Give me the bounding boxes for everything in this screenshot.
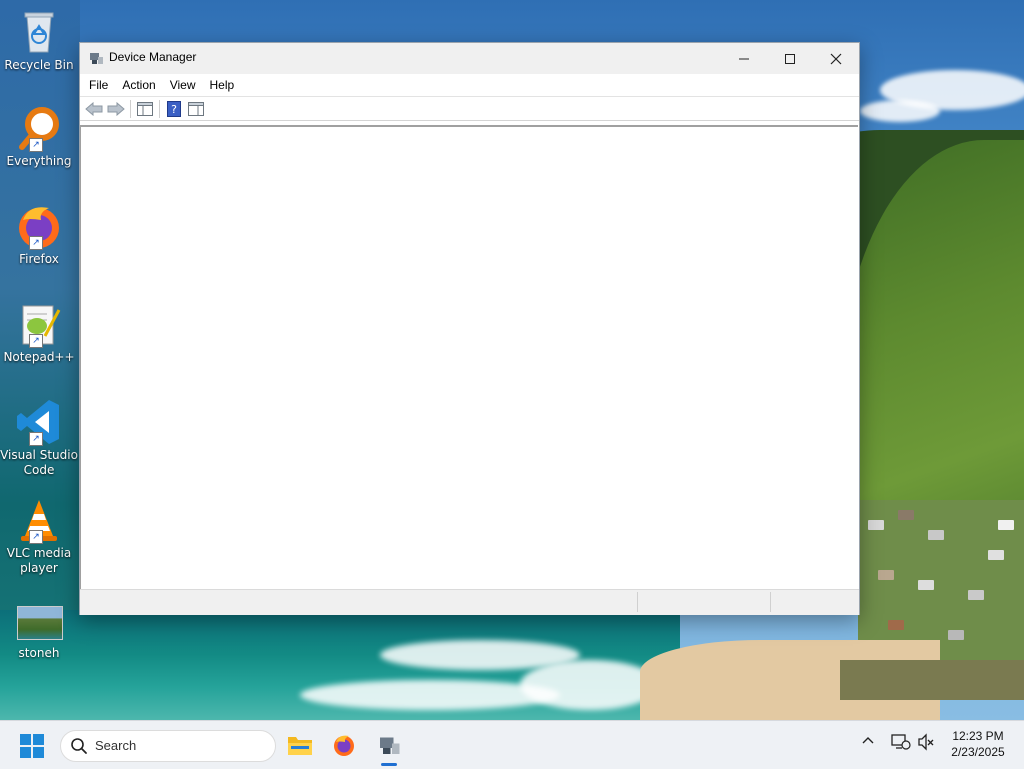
shortcut-arrow-icon: ↗ xyxy=(29,334,43,348)
shortcut-arrow-icon: ↗ xyxy=(29,236,43,250)
menu-action[interactable]: Action xyxy=(115,74,162,96)
menu-file[interactable]: File xyxy=(82,74,115,96)
clock-date: 2/23/2025 xyxy=(951,745,1005,759)
show-hide-console-tree-button[interactable] xyxy=(134,99,156,119)
desktop-icon-everything[interactable]: ↗ Everything xyxy=(0,104,78,169)
action-pane-icon xyxy=(188,101,204,116)
desktop-icon-label: Recycle Bin xyxy=(4,58,74,72)
folder-icon xyxy=(288,737,312,755)
toolbar-separator xyxy=(130,99,131,118)
menu-help[interactable]: Help xyxy=(203,74,242,96)
shortcut-arrow-icon: ↗ xyxy=(29,138,43,152)
speaker-muted-icon xyxy=(918,733,934,751)
desktop-icon-stoneh[interactable]: stoneh xyxy=(0,600,78,661)
clock-time: 12:23 PM xyxy=(952,729,1004,743)
maximize-button[interactable] xyxy=(767,43,813,74)
desktop-icon-label: Everything xyxy=(6,154,72,168)
desktop-icon-label: Firefox xyxy=(19,252,59,266)
show-hidden-icons-button[interactable] xyxy=(860,733,876,753)
search-icon xyxy=(71,738,87,754)
system-clock[interactable]: 12:23 PM 2/23/2025 xyxy=(940,728,1016,760)
image-thumbnail-icon xyxy=(17,606,63,640)
desktop-icon-vscode[interactable]: ↗ Visual Studio Code xyxy=(0,398,78,478)
toolbar-separator xyxy=(159,99,160,118)
desktop-icon-recycle-bin[interactable]: Recycle Bin xyxy=(0,8,78,73)
taskbar: Search 12:23 PM 2/23/2025 xyxy=(0,720,1024,769)
show-hide-action-pane-button[interactable] xyxy=(185,99,207,119)
minimize-icon xyxy=(739,58,749,59)
forward-button[interactable] xyxy=(105,99,127,119)
firefox-icon xyxy=(334,735,354,756)
menu-bar: File Action View Help xyxy=(80,74,859,97)
device-manager-icon xyxy=(380,737,400,754)
status-pane xyxy=(637,592,771,612)
taskbar-file-explorer[interactable] xyxy=(284,729,316,761)
desktop-icon-label: VLC media player xyxy=(6,546,72,575)
window-title: Device Manager xyxy=(109,50,197,64)
desktop-icon-label: Notepad++ xyxy=(3,350,75,364)
svg-text:?: ? xyxy=(171,103,177,116)
device-manager-icon xyxy=(90,53,103,64)
menu-view[interactable]: View xyxy=(163,74,203,96)
start-button[interactable] xyxy=(20,734,44,758)
shortcut-arrow-icon: ↗ xyxy=(29,432,43,446)
desktop-icon-vlc[interactable]: ↗ VLC media player xyxy=(0,496,78,576)
close-button[interactable] xyxy=(813,43,859,74)
desktop-icon-label: stoneh xyxy=(18,646,60,660)
close-icon xyxy=(830,53,842,64)
back-button[interactable] xyxy=(83,99,105,119)
desktop-icon-label: Visual Studio Code xyxy=(0,448,78,477)
device-tree-pane[interactable] xyxy=(80,125,858,589)
windows-logo-icon xyxy=(20,734,44,758)
status-bar xyxy=(80,589,859,615)
maximize-icon xyxy=(785,53,795,64)
chevron-up-icon xyxy=(862,737,874,744)
minimize-button[interactable] xyxy=(721,43,767,74)
shortcut-arrow-icon: ↗ xyxy=(29,530,43,544)
taskbar-search-box[interactable]: Search xyxy=(60,730,276,762)
network-disconnected-icon xyxy=(891,734,911,750)
recycle-bin-icon xyxy=(24,12,54,53)
desktop-icon-notepadpp[interactable]: ↗ Notepad++ xyxy=(0,300,78,365)
taskbar-firefox[interactable] xyxy=(328,729,360,761)
window-titlebar[interactable]: Device Manager xyxy=(80,43,859,74)
status-pane xyxy=(770,592,857,612)
active-app-indicator xyxy=(381,763,397,766)
network-status-button[interactable] xyxy=(891,733,911,755)
forward-arrow-icon xyxy=(107,101,125,116)
back-arrow-icon xyxy=(85,101,103,116)
search-label: Search xyxy=(95,738,137,753)
device-manager-window[interactable]: Device Manager File Action View Help ? xyxy=(79,42,860,615)
console-tree-icon xyxy=(137,101,153,116)
help-icon: ? xyxy=(167,100,181,117)
toolbar: ? xyxy=(80,97,859,121)
help-button[interactable]: ? xyxy=(163,99,185,119)
volume-button[interactable] xyxy=(917,733,935,755)
desktop-icon-firefox[interactable]: ↗ Firefox xyxy=(0,202,78,267)
taskbar-device-manager[interactable] xyxy=(373,729,405,761)
